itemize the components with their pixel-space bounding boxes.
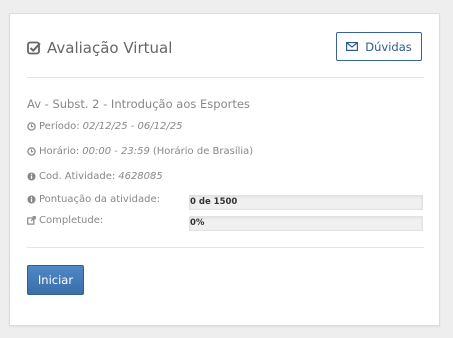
codigo-row: Cod. Atividade: 4628085 (27, 171, 163, 182)
pontuacao-label: Pontuação da atividade: (39, 194, 160, 205)
clock-icon (27, 122, 36, 131)
help-button-label: Dúvidas (365, 39, 412, 54)
completude-label: Completude: (39, 215, 104, 226)
card-header: Avaliação Virtual (27, 38, 172, 58)
horario-value: 00:00 - 23:59 (82, 146, 150, 157)
pontuacao-progress-bar: 0 de 1500 (189, 195, 423, 210)
envelope-icon (346, 42, 359, 51)
check-square-icon (27, 41, 41, 55)
start-button-label: Iniciar (37, 273, 74, 287)
pontuacao-row: Pontuação da atividade: (27, 194, 160, 205)
completude-row: Completude: (27, 215, 103, 226)
info-icon (27, 195, 36, 204)
activity-title: Av - Subst. 2 - Introdução aos Esportes (27, 97, 250, 111)
page-title: Avaliação Virtual (47, 39, 173, 57)
clock-icon (27, 147, 36, 156)
start-button[interactable]: Iniciar (27, 265, 84, 295)
external-link-icon (27, 216, 36, 225)
periodo-label: Período: (39, 121, 80, 132)
header-divider (27, 77, 424, 78)
footer-divider (27, 247, 424, 248)
completude-progress-bar: 0% (189, 216, 423, 231)
help-button[interactable]: Dúvidas (336, 32, 422, 61)
pontuacao-progress-text: 0 de 1500 (190, 197, 238, 207)
periodo-row: Período: 02/12/25 - 06/12/25 (27, 121, 182, 132)
codigo-label: Cod. Atividade: (39, 171, 116, 182)
info-icon (27, 172, 36, 181)
completude-progress-text: 0% (190, 218, 205, 228)
codigo-value: 4628085 (118, 171, 163, 182)
horario-timezone: (Horário de Brasília) (152, 146, 254, 157)
horario-label: Horário: (39, 146, 80, 157)
activity-card: Avaliação Virtual Dúvidas Av - Subst. 2 … (9, 13, 440, 326)
horario-row: Horário: 00:00 - 23:59 (Horário de Brasí… (27, 146, 253, 157)
periodo-value: 02/12/25 - 06/12/25 (82, 121, 183, 132)
